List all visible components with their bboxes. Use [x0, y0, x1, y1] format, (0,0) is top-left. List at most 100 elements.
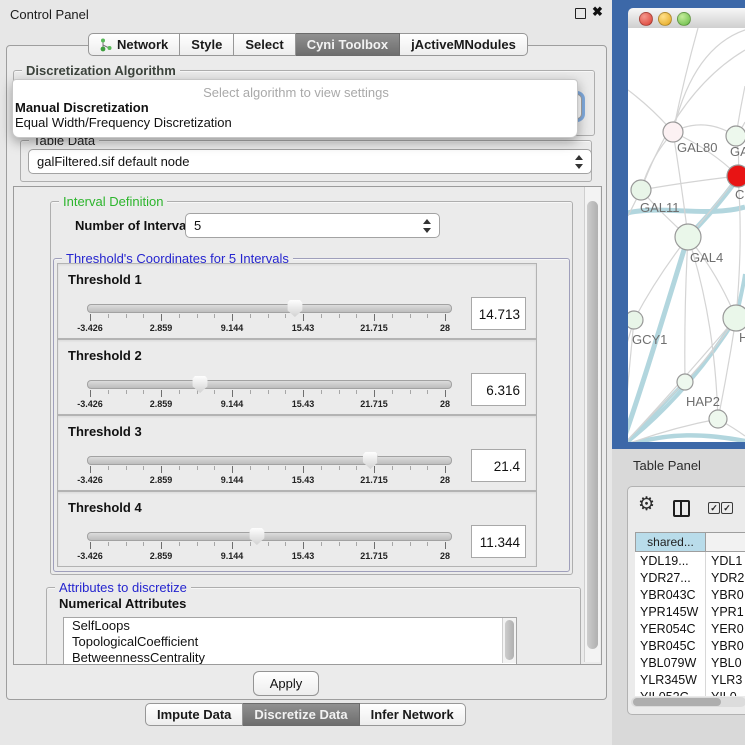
network-node[interactable]	[709, 410, 727, 428]
apply-button[interactable]: Apply	[253, 671, 319, 696]
tab-style[interactable]: Style	[180, 33, 234, 56]
network-canvas[interactable]: GAL80GACGAL11GAL4GCY1HHAP2	[628, 28, 745, 442]
network-edge[interactable]	[641, 176, 738, 190]
table-row[interactable]: YER054CYER0	[635, 621, 745, 638]
slider-tick	[161, 390, 162, 397]
table-row[interactable]: YLR345WYLR3	[635, 672, 745, 689]
column-header-shared[interactable]: shared...	[635, 532, 706, 552]
threshold-value-field[interactable]: 14.713	[471, 297, 526, 330]
slider-tick	[285, 466, 286, 470]
table-row[interactable]: YIL052CYIL0	[635, 689, 745, 696]
close-icon[interactable]: ✖	[592, 4, 603, 20]
gear-icon[interactable]: ⚙	[638, 493, 655, 516]
network-window-titlebar[interactable]	[628, 8, 745, 29]
panel-title: Control Panel	[10, 7, 89, 22]
num-intervals-combobox[interactable]: 5	[185, 213, 440, 238]
top-tab-bar: Network Style SelectCyni Toolbox jActiveMNo…	[88, 33, 528, 56]
table-browser: ⚙ ✓ ✓ shared...nYDL19...YDL1YDR27...YDR2…	[627, 486, 745, 715]
network-edge-highlighted[interactable]	[628, 435, 745, 442]
split-columns-icon[interactable]	[673, 500, 690, 517]
slider-thumb[interactable]	[287, 300, 302, 317]
slider-tick	[321, 466, 322, 470]
slider-track[interactable]	[87, 304, 452, 313]
attribute-item-betweennesscentrality[interactable]: BetweennessCentrality	[64, 650, 516, 665]
slider-tick	[250, 314, 251, 318]
close-traffic-light-icon[interactable]	[639, 12, 653, 26]
popup-placeholder-option[interactable]: Select algorithm to view settings	[13, 85, 577, 100]
network-edge[interactable]	[634, 237, 688, 320]
slider-tick	[392, 542, 393, 546]
table-row[interactable]: YDR27...YDR2	[635, 570, 745, 587]
table-row[interactable]: YDL19...YDL1	[635, 553, 745, 570]
network-edge[interactable]	[673, 28, 698, 132]
popup-option-equal-width-frequency[interactable]: Equal Width/Frequency Discretization	[13, 115, 577, 130]
attribute-item-topologicalcoefficient[interactable]: TopologicalCoefficient	[64, 634, 516, 650]
network-node-gal4[interactable]	[675, 224, 701, 250]
tab-network[interactable]: Network	[88, 33, 180, 56]
cell-shared-name: YBR043C	[640, 588, 696, 602]
checked-checkbox-icon[interactable]: ✓	[721, 502, 733, 514]
network-node-c[interactable]	[727, 165, 745, 187]
table-row[interactable]: YBR045CYBR0	[635, 638, 745, 655]
zoom-traffic-light-icon[interactable]	[677, 12, 691, 26]
threshold-value-field[interactable]: 11.344	[471, 525, 526, 558]
network-edge[interactable]	[685, 237, 688, 382]
numerical-attributes-label: Numerical Attributes	[59, 596, 186, 611]
tab-discretize-data[interactable]: Discretize Data	[243, 703, 359, 726]
slider-tick	[161, 466, 162, 473]
column-header-n[interactable]: n	[705, 532, 745, 552]
slider-track[interactable]	[87, 456, 452, 465]
threshold-value-field[interactable]: 6.316	[471, 373, 526, 406]
popup-option-manual-discretization[interactable]: Manual Discretization	[13, 100, 577, 115]
table-row[interactable]: YBR043C YBR0	[635, 587, 745, 604]
node-table[interactable]: shared...nYDL19...YDL1YDR27...YDR2YBR043…	[635, 532, 745, 696]
network-node-gal80[interactable]	[663, 122, 683, 142]
tab-label: jActiveMNodules	[411, 37, 516, 52]
minimize-traffic-light-icon[interactable]	[658, 12, 672, 26]
tab-cyni-toolbox[interactable]: Cyni Toolbox	[296, 33, 400, 56]
network-node-hap2[interactable]	[677, 374, 693, 390]
node-label: GAL80	[677, 140, 717, 155]
slider-thumb[interactable]	[193, 376, 208, 393]
settings-scrollbar-thumb[interactable]	[587, 201, 598, 649]
table-horizontal-scrollbar[interactable]	[631, 697, 745, 707]
network-node-h[interactable]	[723, 305, 745, 331]
slider-tick	[143, 390, 144, 394]
tab-select[interactable]: Select	[234, 33, 295, 56]
slider-tick	[427, 314, 428, 318]
network-node-gcy1[interactable]	[628, 311, 643, 329]
slider-tick	[356, 542, 357, 546]
numerical-attributes-list[interactable]: SelfLoopsTopologicalCoefficientBetweenne…	[63, 617, 517, 665]
list-scrollbar-thumb[interactable]	[505, 620, 514, 660]
cell-name: YBR0	[711, 639, 744, 653]
settings-scrollbar[interactable]	[584, 187, 600, 662]
slider-thumb[interactable]	[363, 452, 378, 469]
slider-tick	[90, 314, 91, 321]
table-data-combobox[interactable]: galFiltered.sif default node	[28, 149, 592, 174]
threshold-label: Threshold 3	[68, 424, 142, 439]
tab-impute-data[interactable]: Impute Data	[145, 703, 243, 726]
slider-track[interactable]	[87, 380, 452, 389]
network-node-ga[interactable]	[726, 126, 745, 146]
float-window-icon[interactable]	[575, 8, 586, 19]
network-node-gal11[interactable]	[631, 180, 651, 200]
checked-checkbox-icon[interactable]: ✓	[708, 502, 720, 514]
cell-name: YBR0	[711, 588, 744, 602]
attribute-item-selfloops[interactable]: SelfLoops	[64, 618, 516, 634]
slider-tick	[197, 466, 198, 470]
combo-stepper-icon	[423, 219, 432, 233]
threshold-value-field[interactable]: 21.4	[471, 449, 526, 482]
table-row[interactable]: YBL079WYBL0	[635, 655, 745, 672]
table-row[interactable]: YPR145WYPR1	[635, 604, 745, 621]
tab-infer-network[interactable]: Infer Network	[360, 703, 466, 726]
slider-tick	[427, 466, 428, 470]
slider-tick	[179, 466, 180, 470]
tab-label: Style	[191, 37, 222, 52]
tab-jactivemnodules[interactable]: jActiveMNodules	[400, 33, 528, 56]
slider-tick	[392, 314, 393, 318]
slider-track[interactable]	[87, 532, 452, 541]
table-scrollbar-thumb[interactable]	[633, 698, 721, 706]
list-scrollbar[interactable]	[502, 618, 516, 663]
slider-tick	[179, 542, 180, 546]
slider-thumb[interactable]	[249, 528, 264, 545]
